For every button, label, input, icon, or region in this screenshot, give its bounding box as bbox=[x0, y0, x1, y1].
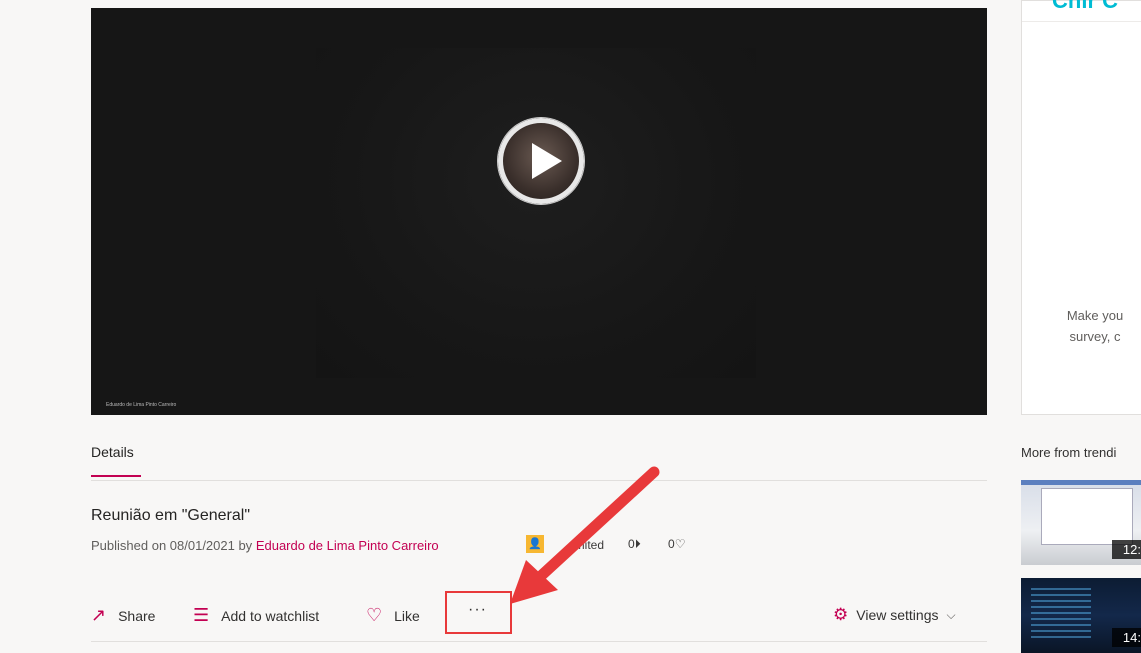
publish-info: Published on 08/01/2021 by Eduardo de Li… bbox=[91, 538, 439, 553]
video-frame bbox=[316, 48, 756, 378]
video-title: Reunião em "General" bbox=[91, 507, 250, 524]
annotation-arrow-icon bbox=[510, 466, 660, 604]
video-speaker-caption: Eduardo de Lima Pinto Carreiro bbox=[106, 402, 177, 408]
gear-icon: ⚙ bbox=[833, 605, 849, 624]
promo-card bbox=[1021, 0, 1141, 415]
trending-heading: More from trendi bbox=[1021, 445, 1117, 460]
tab-active-indicator bbox=[91, 475, 141, 477]
view-settings-button[interactable]: ⚙ View settings ⌵ bbox=[833, 605, 956, 625]
trending-video-thumbnail[interactable]: 12: bbox=[1021, 480, 1141, 565]
video-player[interactable]: Eduardo de Lima Pinto Carreiro bbox=[91, 8, 987, 415]
promo-text: Make you survey, c bbox=[1066, 308, 1124, 344]
video-duration: 14: bbox=[1111, 628, 1141, 647]
watchlist-icon: ☰ bbox=[193, 605, 210, 625]
tab-details[interactable]: Details bbox=[91, 444, 134, 460]
like-button[interactable]: ♡ Like bbox=[366, 605, 420, 626]
chevron-down-icon: ⌵ bbox=[946, 607, 956, 622]
share-icon: ↗ bbox=[91, 605, 107, 625]
publish-prefix: Published on 08/01/2021 by bbox=[91, 538, 256, 553]
video-duration: 12: bbox=[1111, 540, 1141, 559]
promo-card-header: Chir C bbox=[1052, 0, 1118, 13]
like-count: 0♡ bbox=[668, 537, 686, 551]
promo-card-divider bbox=[1022, 21, 1141, 22]
action-bar-divider bbox=[91, 641, 987, 642]
trending-video-thumbnail[interactable]: 14: bbox=[1021, 578, 1141, 653]
view-settings-label: View settings bbox=[856, 607, 939, 623]
like-label: Like bbox=[394, 607, 420, 624]
play-button[interactable] bbox=[498, 118, 584, 204]
share-button[interactable]: ↗ Share bbox=[91, 605, 155, 626]
share-label: Share bbox=[118, 607, 156, 624]
author-link[interactable]: Eduardo de Lima Pinto Carreiro bbox=[256, 538, 439, 553]
watchlist-label: Add to watchlist bbox=[221, 607, 320, 624]
heart-icon: ♡ bbox=[674, 537, 686, 551]
heart-icon: ♡ bbox=[366, 605, 383, 625]
add-to-watchlist-button[interactable]: ☰ Add to watchlist bbox=[193, 605, 319, 626]
